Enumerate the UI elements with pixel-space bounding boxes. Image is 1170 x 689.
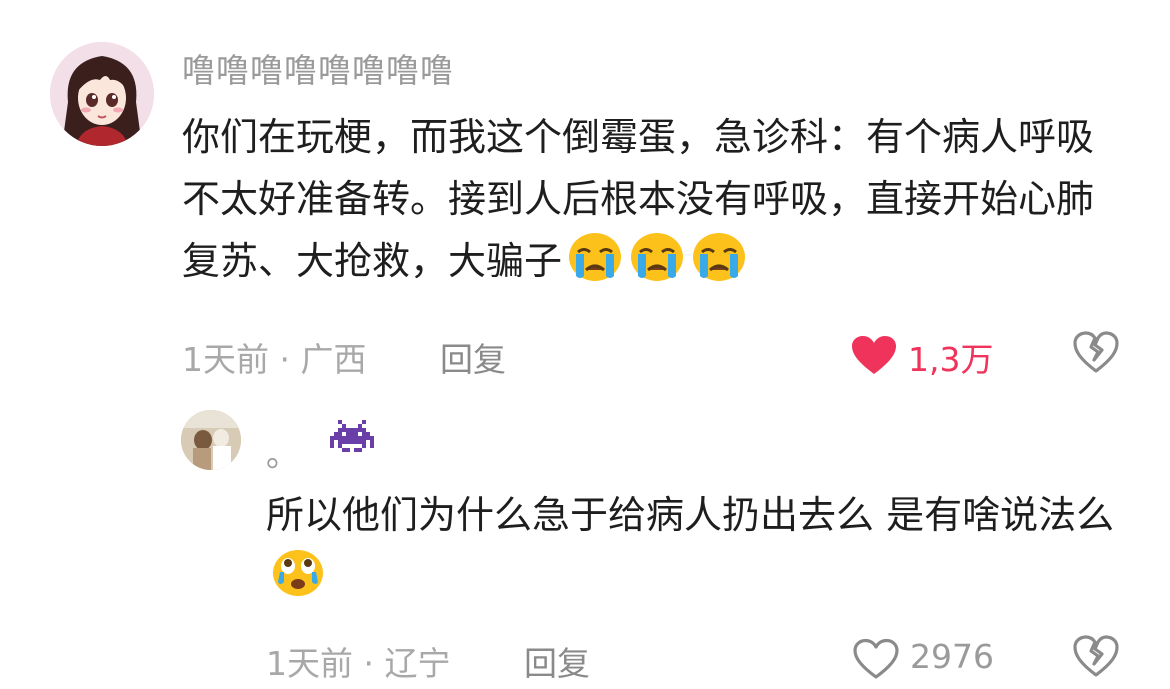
username[interactable]: 。 — [266, 428, 300, 476]
broken-heart-icon — [1072, 331, 1120, 378]
comment-2: 。 所以他们为什么急于给病人扔出去么 是有啥说法么 1天前 · 辽宁 回复 29… — [0, 390, 1170, 689]
dislike-button[interactable] — [1072, 634, 1120, 678]
comment-meta: 1天前 · 辽宁 — [266, 637, 451, 685]
username-text: 。 — [266, 435, 300, 474]
like-button[interactable]: 1,3万 — [850, 330, 1010, 379]
avatar[interactable] — [181, 410, 241, 470]
like-count: 1,3万 — [908, 340, 994, 379]
reply-button[interactable]: 回复 — [440, 333, 506, 381]
alien-monster-icon — [330, 420, 374, 464]
meta-separator: · — [363, 644, 375, 683]
comment-1: 噜噜噜噜噜噜噜噜 你们在玩梗，而我这个倒霉蛋，急诊科：有个病人呼吸不太好准备转。… — [0, 0, 1170, 390]
crying-face-icon — [690, 230, 748, 300]
dislike-button[interactable] — [1072, 330, 1120, 374]
like-count: 2976 — [910, 637, 994, 676]
heart-outline-icon — [852, 638, 900, 684]
meta-separator: · — [279, 340, 291, 379]
avatar[interactable] — [50, 42, 154, 146]
like-button[interactable]: 2976 — [852, 634, 1012, 680]
crying-face-icon — [628, 230, 686, 300]
comment-text: 你们在玩梗，而我这个倒霉蛋，急诊科：有个病人呼吸不太好准备转。接到人后根本没有呼… — [182, 106, 1122, 300]
timestamp: 1天前 — [182, 340, 269, 379]
heart-filled-icon — [850, 334, 898, 380]
crying-face-icon — [566, 230, 624, 300]
location: 辽宁 — [384, 644, 451, 683]
avatar-photo — [181, 410, 241, 470]
reply-button[interactable]: 回复 — [524, 637, 590, 685]
avatar-illustration — [50, 42, 154, 146]
comment-meta: 1天前 · 广西 — [182, 333, 367, 381]
timestamp: 1天前 — [266, 644, 353, 683]
comment-text: 所以他们为什么急于给病人扔出去么 是有啥说法么 — [266, 484, 1126, 616]
teary-eyed-face-icon — [270, 546, 326, 616]
broken-heart-icon — [1072, 635, 1120, 682]
comment-body: 所以他们为什么急于给病人扔出去么 是有啥说法么 — [266, 493, 1115, 537]
location: 广西 — [300, 340, 367, 379]
username[interactable]: 噜噜噜噜噜噜噜噜 — [182, 44, 454, 92]
